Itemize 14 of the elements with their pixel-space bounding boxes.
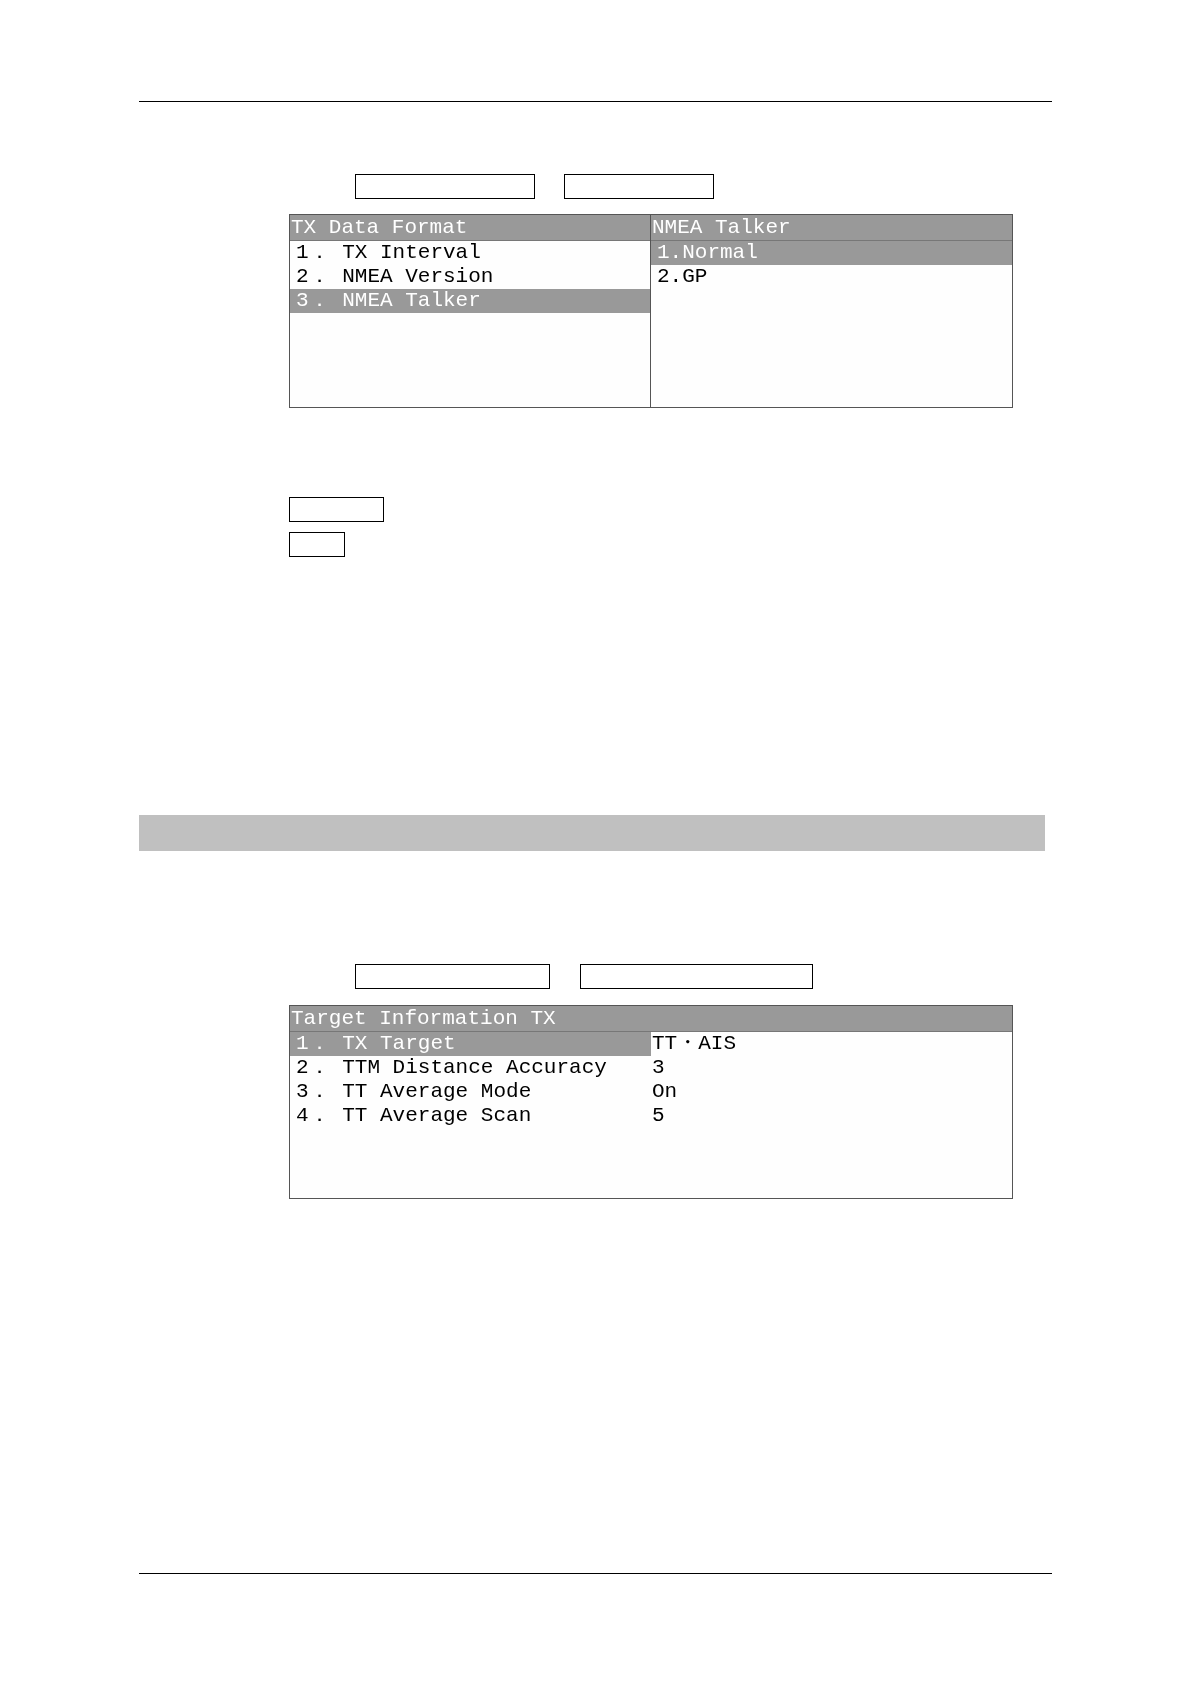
key-box	[289, 532, 345, 557]
setting-value: 5	[651, 1104, 666, 1128]
menu-title: TX Data Format	[290, 215, 650, 241]
setting-value: 3	[651, 1056, 666, 1080]
menu-item[interactable]: 4． TT Average Scan	[290, 1104, 651, 1128]
menu-item[interactable]: 2． NMEA Version	[290, 265, 650, 289]
menu-title: NMEA Talker	[651, 215, 1012, 241]
menu-item[interactable]: 2.GP	[651, 265, 1012, 289]
setting-value: On	[651, 1080, 679, 1104]
menu-item[interactable]: 1． TX Interval	[290, 241, 650, 265]
menu-item[interactable]: 2． TTM Distance Accuracy	[290, 1056, 651, 1080]
setting-value: TT・AIS	[651, 1032, 737, 1056]
menu-item[interactable]: 3． TT Average Mode	[290, 1080, 651, 1104]
menu-title: Target Information TX	[290, 1006, 1012, 1032]
